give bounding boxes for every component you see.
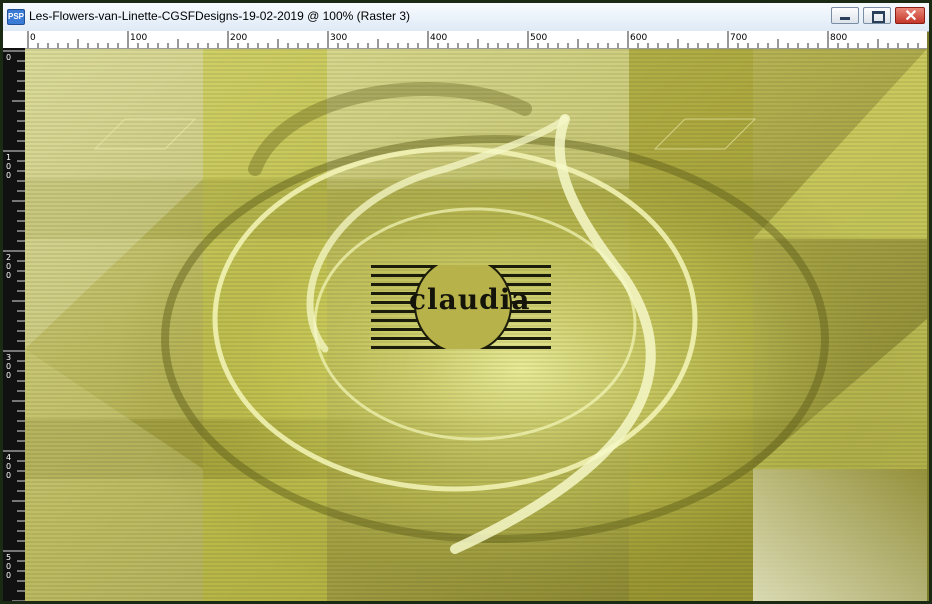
ruler-top-label: 100 bbox=[130, 33, 147, 43]
vertical-ruler[interactable]: 0100200300400500 bbox=[3, 48, 25, 601]
horizontal-ruler[interactable]: 0 100 200 300 400 500 600 700 800 bbox=[25, 31, 927, 49]
ruler-top-label: 700 bbox=[730, 33, 747, 43]
ruler-left-label: 4 bbox=[6, 453, 11, 462]
ruler-left-label: 0 bbox=[6, 471, 11, 480]
vertical-ruler-ticks: 0100200300400500 bbox=[3, 50, 25, 601]
watermark-text: claudia bbox=[409, 283, 531, 316]
horizontal-ruler-ticks: 0 100 200 300 400 500 600 700 800 bbox=[27, 31, 919, 48]
ruler-left-label: 2 bbox=[6, 253, 11, 262]
minimize-button[interactable] bbox=[831, 7, 859, 24]
title-bar[interactable]: PSP Les-Flowers-van-Linette-CGSFDesigns-… bbox=[3, 3, 929, 32]
ruler-top-label: 300 bbox=[330, 33, 347, 43]
ruler-left-label: 0 bbox=[6, 262, 11, 271]
ruler-left-label: 0 bbox=[6, 462, 11, 471]
ruler-left-label: 0 bbox=[6, 571, 11, 580]
ruler-top-label: 600 bbox=[630, 33, 647, 43]
maximize-icon bbox=[872, 11, 885, 23]
image-canvas[interactable]: claudia bbox=[25, 49, 927, 601]
ruler-left-label: 1 bbox=[6, 153, 11, 162]
ruler-left-label: 0 bbox=[6, 362, 11, 371]
ruler-left-label: 0 bbox=[6, 162, 11, 171]
maximize-button[interactable] bbox=[863, 7, 891, 24]
watermark-logo: claudia bbox=[371, 256, 551, 354]
ruler-top-label: 0 bbox=[30, 33, 36, 43]
ruler-top-label: 400 bbox=[430, 33, 447, 43]
ruler-top-label: 800 bbox=[830, 33, 847, 43]
ruler-left-label: 0 bbox=[6, 271, 11, 280]
close-icon: ✕ bbox=[904, 8, 918, 25]
ruler-left-label: 0 bbox=[6, 562, 11, 571]
ruler-top-label: 200 bbox=[230, 33, 247, 43]
ruler-top-label: 500 bbox=[530, 33, 547, 43]
image-document-window[interactable]: PSP Les-Flowers-van-Linette-CGSFDesigns-… bbox=[0, 0, 932, 604]
ruler-left-label: 0 bbox=[6, 171, 11, 180]
ruler-left-label: 0 bbox=[6, 371, 11, 380]
minimize-icon bbox=[840, 17, 850, 20]
ruler-left-label: 3 bbox=[6, 353, 11, 362]
window-title: Les-Flowers-van-Linette-CGSFDesigns-19-0… bbox=[29, 9, 410, 23]
ruler-corner bbox=[3, 31, 25, 49]
ruler-left-label: 0 bbox=[6, 53, 11, 62]
close-button[interactable]: ✕ bbox=[895, 7, 925, 25]
ruler-left-label: 5 bbox=[6, 553, 11, 562]
app-icon: PSP bbox=[7, 9, 25, 25]
